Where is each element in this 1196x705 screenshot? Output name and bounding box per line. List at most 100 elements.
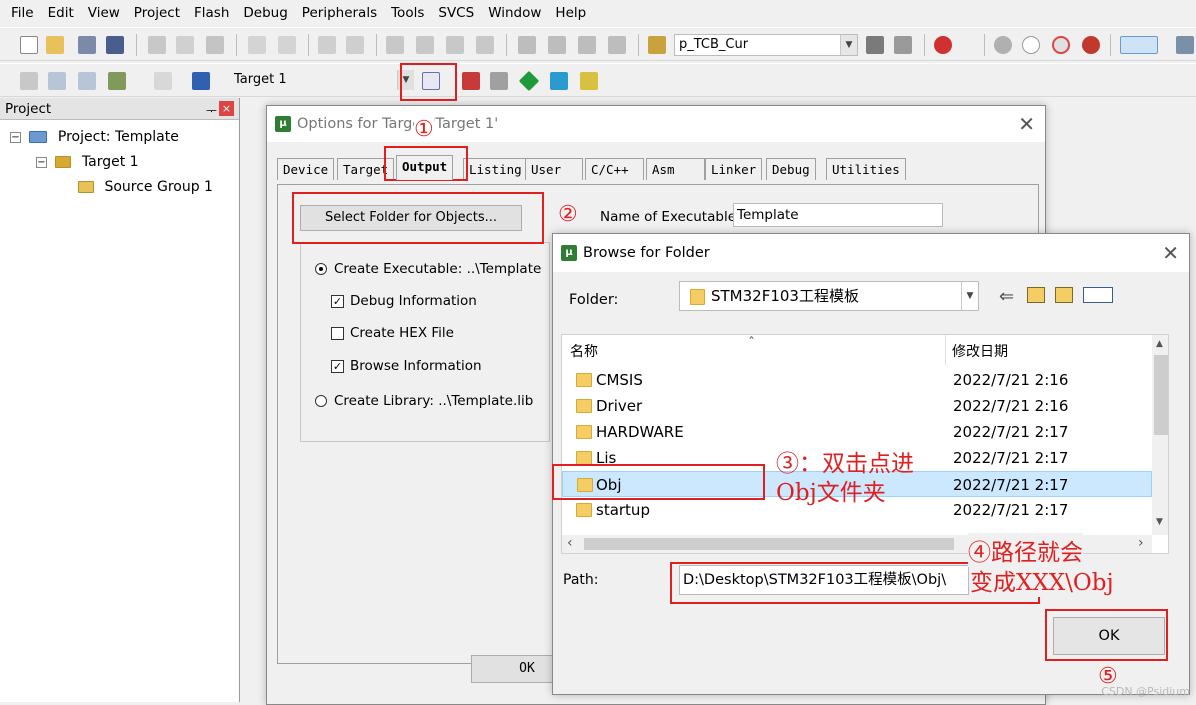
- menu-view[interactable]: View: [81, 0, 127, 26]
- kill-breakpoints-icon[interactable]: [1082, 36, 1100, 54]
- view-menu-icon[interactable]: [1083, 287, 1113, 303]
- save-all-icon[interactable]: [106, 36, 124, 54]
- tree-source-group[interactable]: Source Group 1: [78, 177, 213, 197]
- new-file-icon[interactable]: [20, 36, 38, 54]
- tab-linker[interactable]: Linker: [705, 158, 763, 180]
- menu-svcs[interactable]: SVCS: [431, 0, 481, 26]
- select-packs-icon[interactable]: [490, 72, 508, 90]
- disable-breakpoints-icon[interactable]: [1052, 36, 1070, 54]
- copy-icon[interactable]: [176, 36, 194, 54]
- collapse-icon[interactable]: −: [36, 156, 47, 168]
- tab-utilities[interactable]: Utilities: [826, 158, 906, 180]
- chevron-down-icon[interactable]: ▼: [961, 282, 978, 310]
- build-icon[interactable]: [48, 72, 66, 90]
- new-folder-icon[interactable]: [1055, 287, 1073, 303]
- menu-flash[interactable]: Flash: [187, 0, 236, 26]
- up-folder-icon[interactable]: [1027, 287, 1045, 303]
- menu-file[interactable]: File: [4, 0, 41, 26]
- scroll-thumb[interactable]: [1154, 355, 1168, 435]
- name-of-executable-input[interactable]: Template: [733, 203, 943, 227]
- batch-build-icon[interactable]: [108, 72, 126, 90]
- menu-window[interactable]: Window: [481, 0, 548, 26]
- tab-asm[interactable]: Asm: [646, 158, 705, 180]
- manage-project-items-icon[interactable]: [462, 72, 480, 90]
- tab-listing[interactable]: Listing: [463, 158, 528, 180]
- browse-dialog-titlebar: μ Browse for Folder ✕: [553, 234, 1189, 272]
- radio-selected-icon: [315, 263, 327, 275]
- save-icon[interactable]: [78, 36, 96, 54]
- name-column-header[interactable]: 名称: [570, 341, 598, 363]
- collapse-icon[interactable]: −: [10, 131, 21, 143]
- forward-icon[interactable]: [346, 36, 364, 54]
- pin-icon[interactable]: ᅮ: [206, 100, 217, 122]
- tab-output[interactable]: Output: [396, 155, 454, 180]
- component-icon[interactable]: [580, 72, 598, 90]
- insert-breakpoint-icon[interactable]: [994, 36, 1012, 54]
- create-executable-radio[interactable]: Create Executable: ..\Template: [315, 260, 541, 278]
- close-icon[interactable]: ✕: [1162, 241, 1179, 265]
- chevron-down-icon[interactable]: ▼: [840, 35, 857, 55]
- uncomment-icon[interactable]: [608, 36, 626, 54]
- scroll-left-icon[interactable]: ‹: [567, 535, 573, 551]
- find-icon[interactable]: [894, 36, 912, 54]
- tab-debug[interactable]: Debug: [766, 158, 816, 180]
- paste-icon[interactable]: [206, 36, 224, 54]
- unindent-icon[interactable]: [548, 36, 566, 54]
- clear-bookmarks-icon[interactable]: [476, 36, 494, 54]
- menu-help[interactable]: Help: [548, 0, 593, 26]
- annotation-2: ②: [558, 202, 578, 227]
- vertical-scrollbar[interactable]: ▲ ▼: [1152, 335, 1168, 535]
- indent-icon[interactable]: [518, 36, 536, 54]
- cut-icon[interactable]: [148, 36, 166, 54]
- menu-tools[interactable]: Tools: [384, 0, 431, 26]
- tab-user[interactable]: User: [525, 158, 583, 180]
- incremental-find-icon[interactable]: [866, 36, 884, 54]
- translate-icon[interactable]: [20, 72, 38, 90]
- manage-rte-icon[interactable]: [518, 70, 540, 92]
- folder-combo[interactable]: STM32F103工程模板 ▼: [679, 281, 979, 311]
- menu-edit[interactable]: Edit: [41, 0, 81, 26]
- list-item[interactable]: Driver 2022/7/21 2:16: [562, 393, 1142, 419]
- browse-information-checkbox[interactable]: ✓ Browse Information: [331, 357, 482, 375]
- menu-project[interactable]: Project: [127, 0, 187, 26]
- tab-c-cpp[interactable]: C/C++: [585, 158, 644, 180]
- scroll-up-icon[interactable]: ▲: [1156, 339, 1163, 349]
- debug-session-icon[interactable]: [934, 36, 952, 54]
- find-combo[interactable]: p_TCB_Cur ▼: [674, 34, 858, 56]
- target-combo[interactable]: Target 1 ▼: [230, 70, 414, 92]
- date-column-header[interactable]: 修改日期: [952, 341, 1008, 363]
- prev-bookmark-icon[interactable]: [416, 36, 434, 54]
- bookmark-icon[interactable]: [386, 36, 404, 54]
- back-arrow-icon[interactable]: ⇐: [999, 286, 1014, 307]
- back-icon[interactable]: [318, 36, 336, 54]
- debug-information-checkbox[interactable]: ✓ Debug Information: [331, 292, 477, 310]
- download-icon[interactable]: [192, 72, 210, 90]
- stop-build-icon[interactable]: [154, 72, 172, 90]
- enable-breakpoint-icon[interactable]: [1022, 36, 1040, 54]
- next-bookmark-icon[interactable]: [446, 36, 464, 54]
- open-file-icon[interactable]: [46, 36, 64, 54]
- list-item[interactable]: HARDWARE 2022/7/21 2:17: [562, 419, 1142, 445]
- menu-debug[interactable]: Debug: [236, 0, 294, 26]
- close-icon[interactable]: ×: [219, 101, 234, 116]
- pack-installer-icon[interactable]: [550, 72, 568, 90]
- folder-icon: [576, 425, 592, 439]
- configure-icon[interactable]: [1176, 36, 1194, 54]
- tree-project[interactable]: − Project: Template: [10, 127, 179, 147]
- menu-peripherals[interactable]: Peripherals: [295, 0, 384, 26]
- create-library-radio[interactable]: Create Library: ..\Template.lib: [315, 392, 533, 410]
- scroll-right-icon[interactable]: ›: [1138, 535, 1144, 551]
- window-layout-icon[interactable]: [1120, 36, 1158, 54]
- close-icon[interactable]: ✕: [1018, 112, 1035, 136]
- list-item[interactable]: CMSIS 2022/7/21 2:16: [562, 367, 1142, 393]
- comment-icon[interactable]: [578, 36, 596, 54]
- rebuild-icon[interactable]: [78, 72, 96, 90]
- redo-icon[interactable]: [278, 36, 296, 54]
- scroll-down-icon[interactable]: ▼: [1156, 517, 1163, 527]
- scroll-thumb[interactable]: [584, 538, 954, 550]
- create-hex-checkbox[interactable]: Create HEX File: [331, 324, 454, 342]
- tree-target[interactable]: − Target 1: [36, 152, 139, 172]
- find-in-files-icon[interactable]: [648, 36, 666, 54]
- tab-device[interactable]: Device: [277, 158, 335, 180]
- undo-icon[interactable]: [248, 36, 266, 54]
